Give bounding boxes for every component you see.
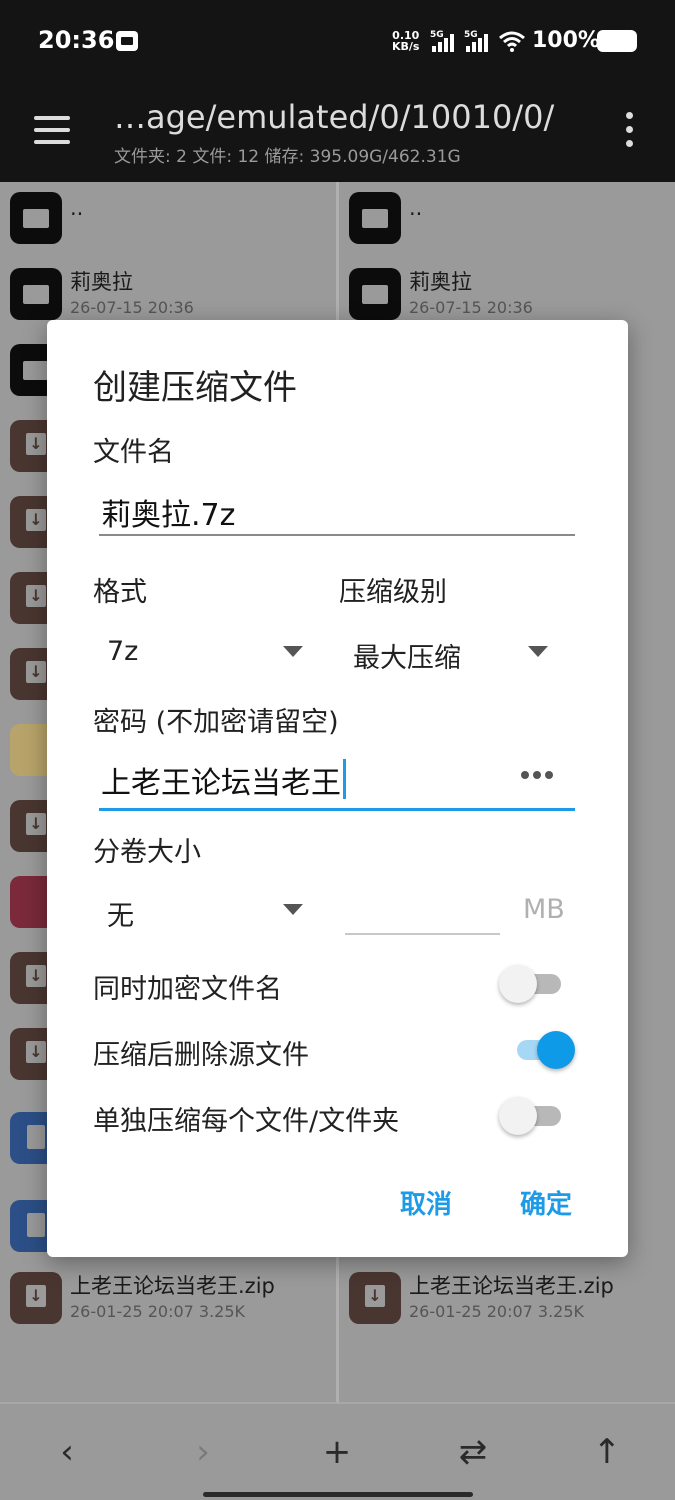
folder-icon (10, 192, 62, 244)
format-select[interactable]: 7z (107, 636, 138, 667)
file-meta: 26-07-15 20:36 (409, 298, 533, 317)
list-item[interactable]: .. (339, 182, 675, 258)
password-label: 密码 (不加密请留空) (93, 707, 339, 738)
password-input[interactable]: 上老王论坛当老王 (101, 758, 346, 802)
battery-icon (597, 30, 637, 52)
folder-icon (349, 268, 401, 320)
network-speed: 0.10 KB/s (392, 30, 419, 52)
compression-level-select[interactable]: 最大压缩 (353, 636, 461, 675)
format-label: 格式 (93, 577, 147, 608)
swap-panels-button[interactable]: ⇄ (453, 1432, 493, 1472)
create-archive-dialog: 创建压缩文件 文件名 莉奥拉.7z 格式 压缩级别 7z 最大压缩 密码 (不加… (47, 320, 628, 1257)
signal-icon: 5G (430, 30, 460, 52)
compress-individually-label: 单独压缩每个文件/文件夹 (93, 1106, 400, 1137)
path-stats: 文件夹: 2 文件: 12 储存: 395.09G/462.31G (114, 147, 461, 167)
current-path: …age/emulated/0/10010/0/ (114, 98, 555, 136)
encrypt-filenames-toggle[interactable] (499, 963, 563, 1003)
add-button[interactable]: + (317, 1432, 357, 1472)
filename-underline (99, 534, 575, 536)
back-button[interactable]: ‹ (47, 1432, 87, 1472)
file-name: .. (70, 196, 84, 220)
volume-size-input[interactable] (345, 933, 500, 935)
file-meta: 26-01-25 20:07 3.25K (70, 1302, 246, 1321)
show-password-icon[interactable] (519, 768, 555, 782)
signal-label: 5G (464, 30, 478, 40)
status-bar: 20:36 0.10 KB/s 5G 5G 100% (0, 0, 675, 82)
file-name: 上老王论坛当老王.zip (70, 1274, 275, 1298)
password-underline (99, 808, 575, 811)
cancel-button[interactable]: 取消 (400, 1184, 452, 1221)
volume-size-select[interactable]: 无 (107, 894, 134, 933)
filename-label: 文件名 (93, 437, 174, 468)
folder-icon (349, 192, 401, 244)
app-header: …age/emulated/0/10010/0/ 文件夹: 2 文件: 12 储… (0, 82, 675, 182)
file-name: 莉奥拉 (70, 270, 133, 294)
bottom-toolbar: ‹ › + ⇄ ↑ (0, 1402, 675, 1500)
status-time: 20:36 (38, 26, 115, 54)
file-meta: 26-01-25 20:07 3.25K (409, 1302, 585, 1321)
text-cursor (343, 759, 346, 799)
file-name: 上老王论坛当老王.zip (409, 1274, 614, 1298)
compression-level-label: 压缩级别 (339, 577, 447, 608)
ok-button[interactable]: 确定 (520, 1184, 572, 1221)
archive-icon (10, 1272, 62, 1324)
chevron-down-icon[interactable] (283, 904, 303, 915)
list-item[interactable]: .. (0, 182, 336, 258)
folder-icon (10, 268, 62, 320)
signal-label: 5G (430, 30, 444, 40)
file-name: .. (409, 196, 423, 220)
dialog-title: 创建压缩文件 (93, 368, 297, 408)
network-speed-unit: KB/s (392, 40, 420, 53)
parent-folder-button[interactable]: ↑ (587, 1432, 627, 1472)
signal-icon: 5G (464, 30, 494, 52)
filename-input[interactable]: 莉奥拉.7z (101, 490, 235, 534)
delete-source-label: 压缩后删除源文件 (93, 1040, 309, 1071)
archive-icon (349, 1272, 401, 1324)
battery-level: 100% (532, 28, 600, 53)
list-item[interactable]: 上老王论坛当老王.zip 26-01-25 20:07 3.25K (339, 1262, 675, 1338)
chevron-down-icon[interactable] (528, 646, 548, 657)
volume-size-label: 分卷大小 (93, 837, 201, 868)
list-item[interactable]: 上老王论坛当老王.zip 26-01-25 20:07 3.25K (0, 1262, 336, 1338)
compress-individually-toggle[interactable] (499, 1095, 563, 1135)
file-name: 莉奥拉 (409, 270, 472, 294)
chevron-down-icon[interactable] (283, 646, 303, 657)
delete-source-toggle[interactable] (511, 1029, 575, 1069)
wifi-icon (499, 31, 525, 52)
file-meta: 26-07-15 20:36 (70, 298, 194, 317)
forward-button[interactable]: › (183, 1432, 223, 1472)
encrypt-filenames-label: 同时加密文件名 (93, 974, 282, 1005)
volume-unit: MB (523, 894, 565, 925)
menu-icon[interactable] (34, 116, 70, 144)
home-indicator[interactable] (203, 1492, 473, 1497)
more-options-icon[interactable] (620, 112, 640, 148)
notification-icon (116, 31, 138, 51)
password-value: 上老王论坛当老王 (101, 766, 341, 801)
